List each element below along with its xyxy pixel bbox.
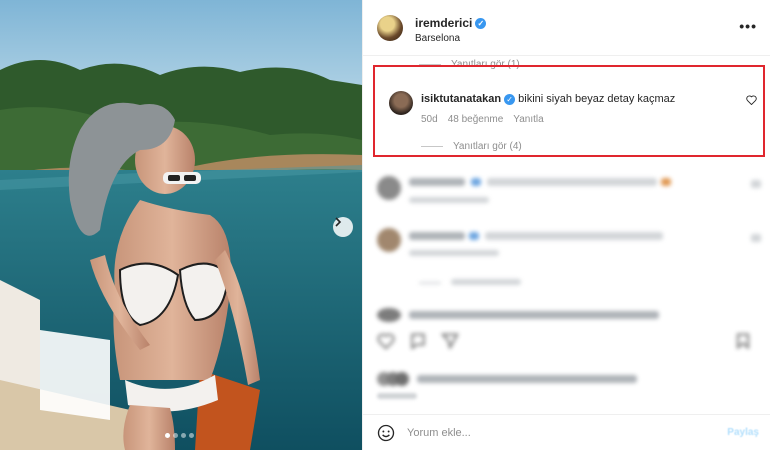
carousel-dot [181,433,186,438]
next-slide-button[interactable] [333,217,353,237]
commenter-username[interactable]: isiktutanatakan [421,93,501,105]
author-username[interactable]: iremderici [415,16,472,30]
blurred-comment [363,308,770,332]
blurred-text [451,279,521,285]
post-location[interactable]: Barselona [415,33,460,44]
blurred-text [417,375,637,383]
reply-button[interactable]: Yanıtla [513,114,543,125]
post-photo [0,0,362,450]
blurred-avatar [377,228,401,252]
comment-time[interactable]: 50d [421,114,438,125]
comment-composer: Paylaş [363,414,770,450]
share-send-icon[interactable] [440,333,459,352]
comment-bubble-icon[interactable] [409,333,427,352]
blurred-text [409,311,659,319]
blurred-text [485,232,663,240]
blurred-text [409,178,465,186]
blurred-avatar [395,372,409,386]
blurred-heart [751,234,761,242]
likes-summary [377,370,677,388]
comments-panel: iremderici ✓ Barselona ••• Yanıtları gör … [362,0,770,450]
blurred-timestamp [377,393,417,399]
comment-meta: 50d 48 beğenme Yanıtla [421,114,544,125]
blurred-text [661,178,671,186]
blurred-comment [363,226,770,276]
view-replies-label: Yanıtları gör (4) [453,141,522,152]
like-heart-icon[interactable] [377,333,395,352]
author-avatar[interactable] [377,15,403,41]
view-replies-button[interactable]: Yanıtları gör (4) [421,141,522,152]
blurred-text [419,282,441,284]
commenter-avatar[interactable] [389,91,413,115]
reply-line [421,146,443,147]
blurred-avatar [377,308,401,322]
chevron-right-icon [335,217,342,227]
carousel-dot [173,433,178,438]
author-username-row[interactable]: iremderici ✓ [415,16,487,30]
comment-likes[interactable]: 48 beğenme [448,114,504,125]
comment-input[interactable] [407,423,707,443]
blurred-text [471,178,481,186]
blurred-text [469,232,479,240]
comment-text: bikini siyah beyaz detay kaçmaz [518,93,676,105]
post-image [0,0,362,450]
verified-badge-icon: ✓ [504,93,516,105]
bookmark-save-icon[interactable] [735,333,751,352]
blurred-text [409,232,465,240]
carousel-indicator [165,433,194,438]
post-actions [363,333,770,357]
blurred-text [409,250,499,256]
like-comment-heart-icon[interactable] [746,95,757,108]
blurred-comment [363,170,770,220]
emoji-smiley-icon[interactable] [377,424,395,445]
carousel-dot [165,433,170,438]
verified-badge-icon: ✓ [475,18,487,30]
post-comment-button[interactable]: Paylaş [727,427,759,438]
blurred-heart [751,180,761,188]
comment-body: isiktutanatakan ✓ bikini siyah beyaz deta… [421,93,741,105]
post-header: iremderici ✓ Barselona ••• [363,0,770,56]
blurred-text [487,178,657,186]
carousel-dot [189,433,194,438]
instagram-post-modal: iremderici ✓ Barselona ••• Yanıtları gör … [0,0,770,450]
more-options-icon[interactable]: ••• [739,18,757,34]
highlighted-comment: isiktutanatakan ✓ bikini siyah beyaz deta… [373,65,765,157]
blurred-text [409,197,489,203]
blurred-avatar [377,176,401,200]
